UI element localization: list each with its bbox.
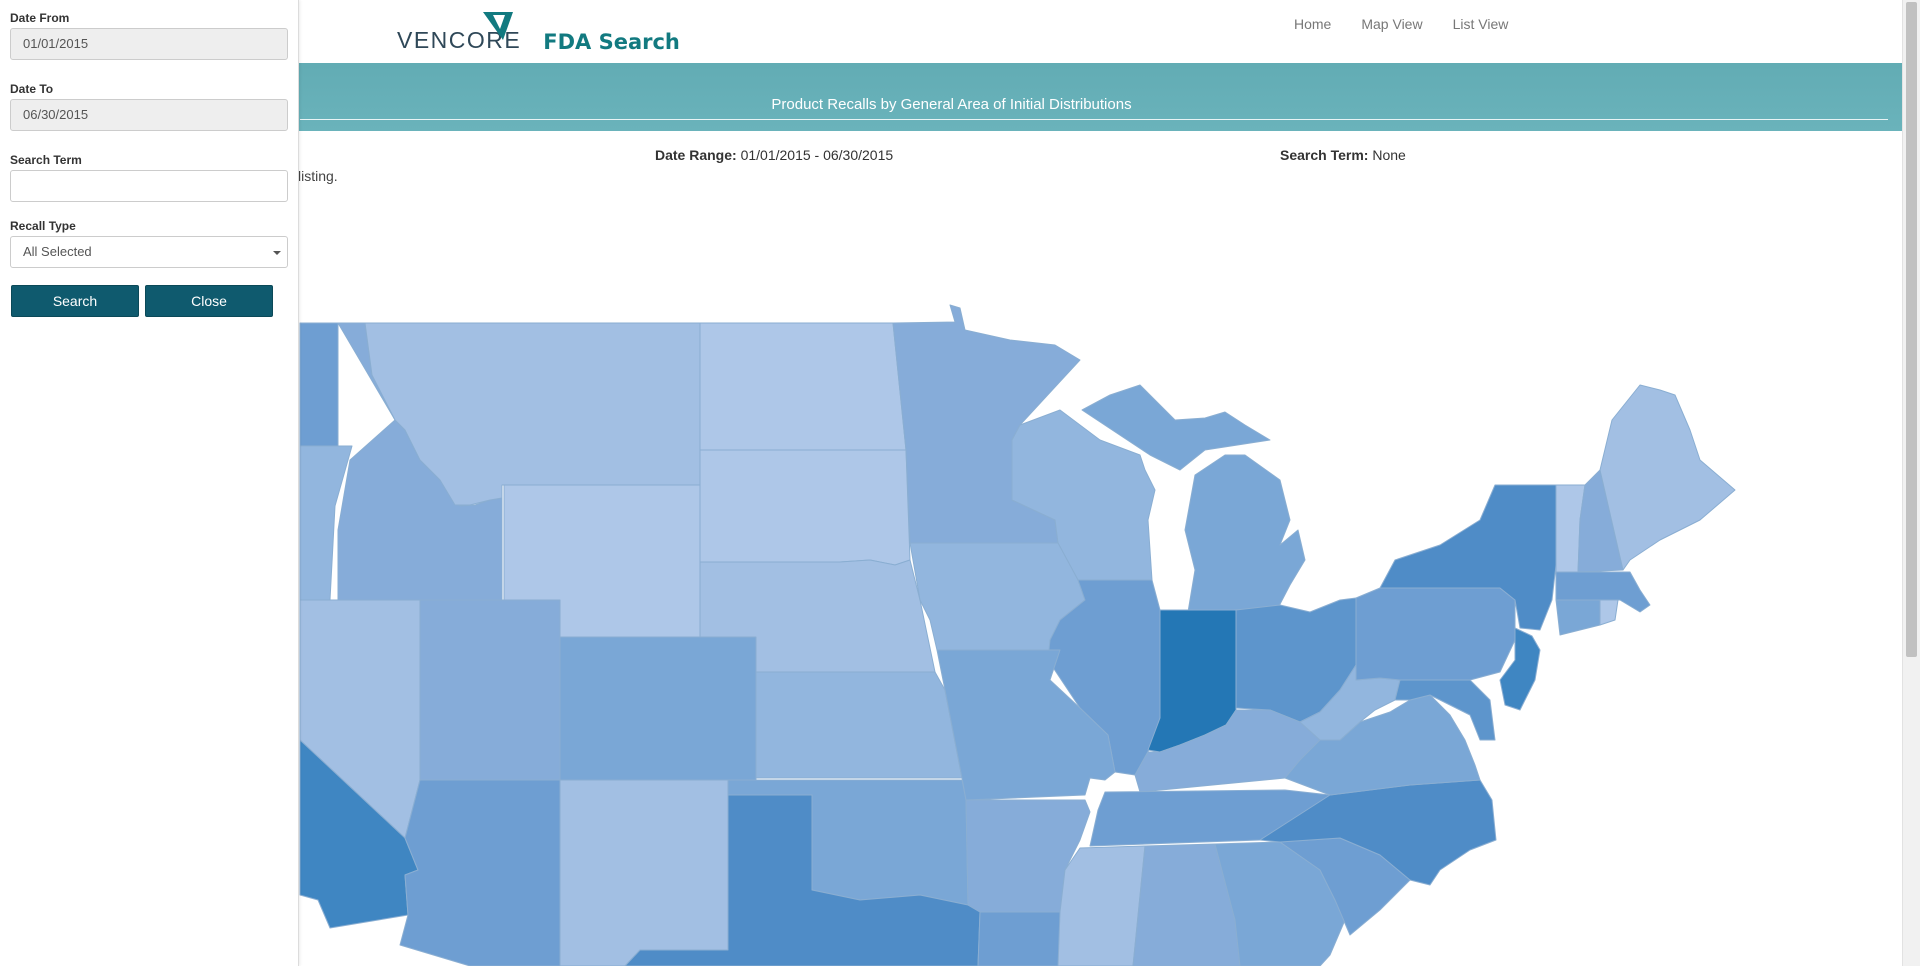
map-state-pennsylvania[interactable]	[1355, 587, 1516, 681]
map-state-mississippi[interactable]	[1057, 845, 1146, 966]
listing-hint-text: listing.	[298, 168, 338, 184]
map-state-arizona[interactable]	[399, 779, 561, 966]
search-term-summary-value: None	[1372, 147, 1406, 163]
recall-type-label: Recall Type	[10, 219, 76, 233]
map-state-rhode-island[interactable]	[1599, 599, 1619, 626]
map-state-south-dakota[interactable]	[699, 449, 911, 566]
map-state-louisiana[interactable]	[977, 911, 1066, 966]
search-term-label: Search Term	[10, 153, 82, 167]
date-range-summary: Date Range: 01/01/2015 - 06/30/2015	[655, 147, 893, 163]
search-button[interactable]: Search	[11, 285, 139, 317]
date-to-label: Date To	[10, 82, 54, 96]
filter-sidebar: Date From 01/01/2015 Date To 06/30/2015 …	[0, 0, 299, 966]
map-state-connecticut[interactable]	[1555, 599, 1601, 636]
search-term-input[interactable]	[10, 170, 288, 202]
map-state-michigan[interactable]	[1184, 454, 1306, 613]
date-from-field[interactable]: 01/01/2015	[10, 28, 288, 60]
map-state-colorado[interactable]	[559, 636, 757, 781]
map-state-maine[interactable]	[1599, 384, 1736, 571]
recall-type-select[interactable]: All Selected	[10, 236, 288, 268]
date-range-value: 01/01/2015 - 06/30/2015	[740, 147, 894, 163]
date-to-field[interactable]: 06/30/2015	[10, 99, 288, 131]
recall-type-value: All Selected	[23, 244, 92, 259]
map-state-utah[interactable]	[419, 599, 561, 781]
map-state-north-dakota[interactable]	[699, 322, 907, 451]
page-scrollbar[interactable]	[1902, 0, 1920, 966]
map-state-new-mexico[interactable]	[559, 779, 729, 966]
date-range-label: Date Range:	[655, 147, 737, 163]
search-term-summary-label: Search Term:	[1280, 147, 1369, 163]
date-from-label: Date From	[10, 11, 70, 25]
map-state-kansas[interactable]	[755, 671, 963, 779]
search-term-summary: Search Term: None	[1280, 147, 1406, 163]
map-state-washington[interactable]	[299, 322, 339, 447]
chevron-down-icon	[273, 251, 281, 255]
close-button[interactable]: Close	[145, 285, 273, 317]
scrollbar-thumb[interactable]	[1906, 2, 1917, 657]
